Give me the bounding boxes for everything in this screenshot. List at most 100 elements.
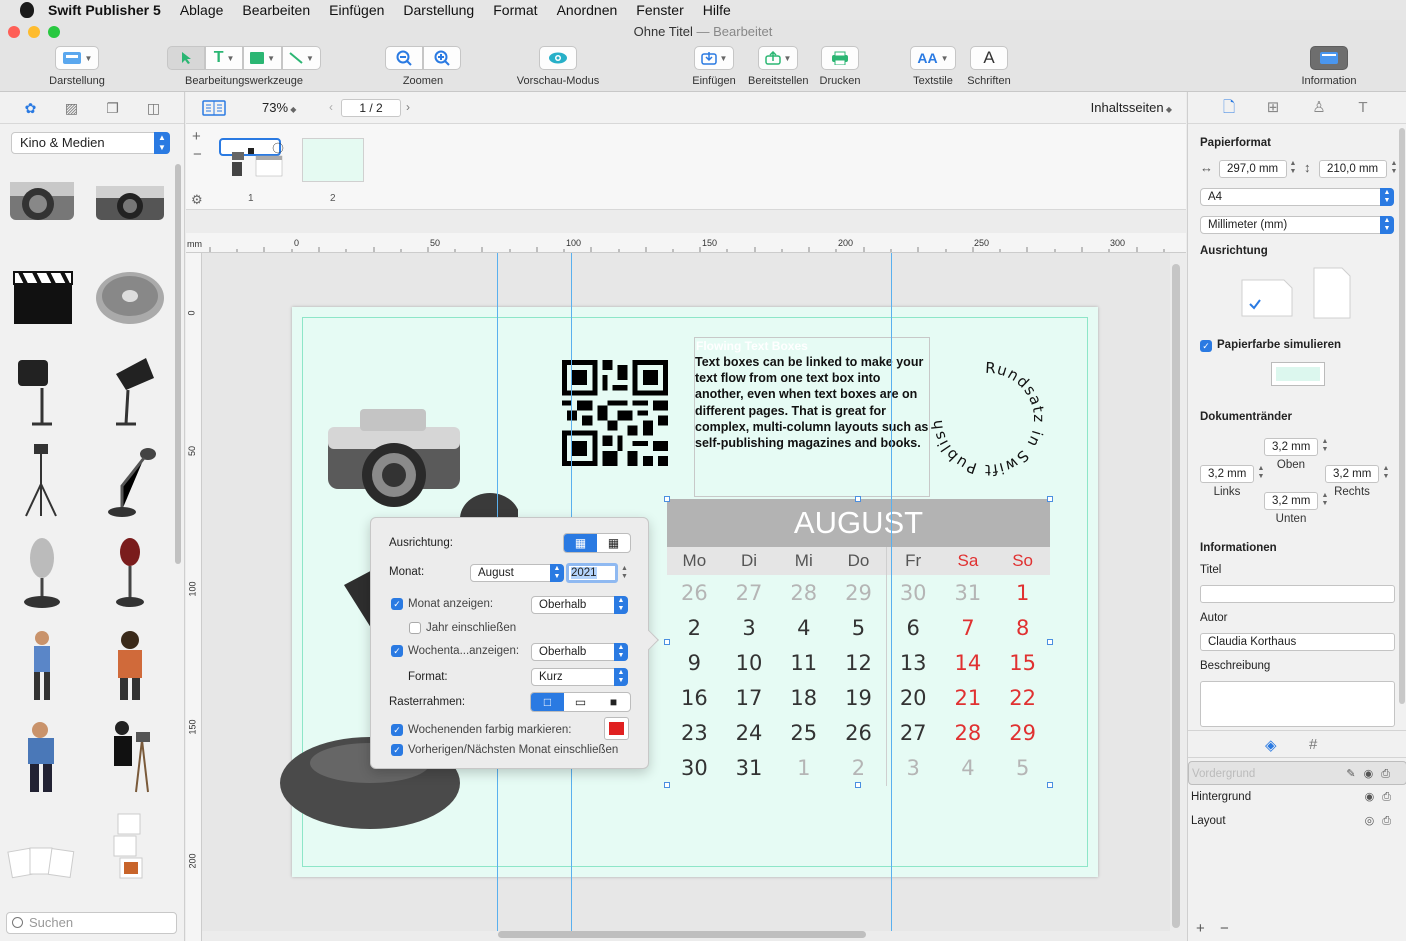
clipart-photo-stack[interactable] <box>4 808 80 888</box>
preview-mode-button[interactable] <box>539 46 577 70</box>
orientation-grid-icon[interactable]: ▦ <box>597 534 630 552</box>
arrange-tab-icon[interactable]: ♙ <box>1310 100 1328 116</box>
print-button[interactable] <box>821 46 859 70</box>
menu-hilfe[interactable]: Hilfe <box>703 2 731 18</box>
shapes-tab-icon[interactable]: ◫ <box>145 100 163 116</box>
selection-handle[interactable] <box>664 639 670 645</box>
printer-icon[interactable]: ⎙ <box>1381 768 1398 780</box>
year-stepper-icon[interactable]: ▲ ▼ <box>621 565 628 581</box>
selection-handle[interactable] <box>1047 496 1053 502</box>
select-tool-button[interactable] <box>167 46 206 70</box>
minimize-window-button[interactable] <box>28 26 40 38</box>
apple-icon[interactable] <box>20 2 34 18</box>
grid-icon[interactable]: # <box>1309 736 1317 753</box>
month-select[interactable]: August ▲ ▼ <box>470 564 564 582</box>
zoom-in-button[interactable] <box>423 46 461 70</box>
checkbox-wochentage[interactable]: ✓ <box>391 645 403 657</box>
portrait-orientation-icon[interactable] <box>1312 266 1352 320</box>
clipart-scrollbar[interactable] <box>175 164 181 564</box>
selection-handle[interactable] <box>1047 639 1053 645</box>
month-position-select[interactable]: Oberhalb ▲ ▼ <box>531 596 628 614</box>
checkbox-jahr-einschliessen[interactable] <box>409 622 421 634</box>
layout-tab-icon[interactable]: ⊞ <box>1264 100 1282 116</box>
width-stepper-icon[interactable]: ▲ ▼ <box>1288 160 1298 178</box>
page-thumbnail-1[interactable] <box>219 138 284 177</box>
zoom-window-button[interactable] <box>48 26 60 38</box>
remove-layer-icon[interactable]: − <box>1220 920 1229 937</box>
weekday-position-select[interactable]: Oberhalb ▲ ▼ <box>531 643 628 661</box>
next-page-icon[interactable]: › <box>406 100 410 114</box>
margin-left-stepper-icon[interactable]: ▲ ▼ <box>1256 465 1266 483</box>
clipart-photographer-2[interactable] <box>92 716 168 796</box>
paper-height-field[interactable]: 210,0 mm <box>1319 160 1387 178</box>
layer-row[interactable]: Layout ◎⎙ <box>1188 809 1406 833</box>
format-select[interactable]: Kurz ▲ ▼ <box>531 668 628 686</box>
year-field[interactable]: 2021 <box>566 563 618 583</box>
page-thumbnail-2[interactable] <box>302 138 364 182</box>
clipart-camera-1[interactable] <box>4 164 80 244</box>
frame-outer-icon[interactable]: ▭ <box>564 693 597 711</box>
author-field[interactable]: Claudia Korthaus <box>1200 633 1395 651</box>
checkbox-wochenenden[interactable]: ✓ <box>391 724 403 736</box>
menu-einfuegen[interactable]: Einfügen <box>329 2 384 18</box>
weekend-color-swatch[interactable] <box>604 717 629 740</box>
margin-top-field[interactable]: 3,2 mm <box>1264 438 1318 456</box>
layers-icon[interactable]: ◈ <box>1265 736 1277 754</box>
checkbox-vorherigen[interactable]: ✓ <box>391 744 403 756</box>
shape-tool-button[interactable]: ▼ <box>243 46 282 70</box>
eye-icon[interactable]: ◉ <box>1364 768 1382 780</box>
margin-right-field[interactable]: 3,2 mm <box>1325 465 1379 483</box>
layer-row[interactable]: Hintergrund ◉⎙ <box>1188 785 1406 809</box>
menu-fenster[interactable]: Fenster <box>636 2 683 18</box>
zoom-out-button[interactable] <box>385 46 423 70</box>
remove-page-icon[interactable]: − <box>193 146 202 163</box>
gear-icon[interactable]: ⚙ <box>191 192 203 208</box>
clipart-retro-mic-1[interactable] <box>4 532 80 612</box>
title-field[interactable] <box>1200 585 1395 603</box>
selection-handle[interactable] <box>664 782 670 788</box>
landscape-orientation-icon[interactable] <box>1240 278 1294 318</box>
clipart-microphone-stand[interactable] <box>92 440 168 520</box>
clipart-photographer-1[interactable] <box>4 716 80 796</box>
canvas-horizontal-scrollbar[interactable] <box>498 931 866 938</box>
document-canvas[interactable]: Flowing Text Boxes Text boxes can be lin… <box>202 253 1170 931</box>
pencil-icon[interactable]: ✎ <box>1346 768 1363 780</box>
page-number-field[interactable]: 1 / 2 <box>341 99 401 117</box>
templates-tab-icon[interactable]: ❐ <box>104 100 122 116</box>
circular-text[interactable]: Rundsatz in Swift Publisher <box>926 357 1050 481</box>
menu-ablage[interactable]: Ablage <box>180 2 224 18</box>
share-button[interactable]: ▼ <box>757 46 799 70</box>
clipart-film-reel[interactable] <box>92 256 168 336</box>
clipart-tab-icon[interactable]: ✿ <box>22 100 40 116</box>
paper-size-select[interactable]: A4 ▲ ▼ <box>1200 188 1394 206</box>
zoom-level-select[interactable]: 73% ◆ <box>262 100 296 115</box>
add-page-icon[interactable]: + <box>192 128 201 145</box>
margin-bottom-field[interactable]: 3,2 mm <box>1264 492 1318 510</box>
margin-bottom-stepper-icon[interactable]: ▲ ▼ <box>1320 492 1330 510</box>
clipart-spotlight-2[interactable] <box>92 348 168 428</box>
canvas-vertical-scrollbar[interactable] <box>1172 264 1180 928</box>
clipart-tripod[interactable] <box>4 440 80 520</box>
prev-page-icon[interactable]: ‹ <box>329 100 333 114</box>
selection-handle[interactable] <box>855 496 861 502</box>
clipart-person-camera[interactable] <box>92 624 168 704</box>
menu-format[interactable]: Format <box>493 2 537 18</box>
document-tab-icon[interactable]: 🗋 <box>1220 100 1238 116</box>
text-tab-icon[interactable]: T <box>1354 100 1372 116</box>
image-tab-icon[interactable]: ▨ <box>63 100 81 116</box>
selection-handle[interactable] <box>664 496 670 502</box>
text-frame-body[interactable]: Text boxes can be linked to make your te… <box>695 354 929 451</box>
margin-right-stepper-icon[interactable]: ▲ ▼ <box>1381 465 1391 483</box>
fonts-button[interactable]: A <box>970 46 1008 70</box>
grid-frame-segment[interactable]: □ ▭ ■ <box>530 692 631 712</box>
printer-icon[interactable]: ⎙ <box>1382 815 1399 827</box>
checkbox-monat-anzeigen[interactable]: ✓ <box>391 598 403 610</box>
information-button[interactable] <box>1310 46 1348 70</box>
line-tool-button[interactable]: ▼ <box>282 46 321 70</box>
add-layer-icon[interactable]: + <box>1196 920 1205 937</box>
pages-menu[interactable]: Inhaltsseiten ◆ <box>1091 100 1172 115</box>
calendar[interactable]: AUGUST Mo Di Mi Do Fr Sa So 26 27 28 29 30 31 1 2 3 4 5 6… <box>667 499 1050 786</box>
eye-hidden-icon[interactable]: ◎ <box>1365 815 1383 827</box>
eye-icon[interactable]: ◉ <box>1365 791 1383 803</box>
unit-select[interactable]: Millimeter (mm) ▲ ▼ <box>1200 216 1394 234</box>
